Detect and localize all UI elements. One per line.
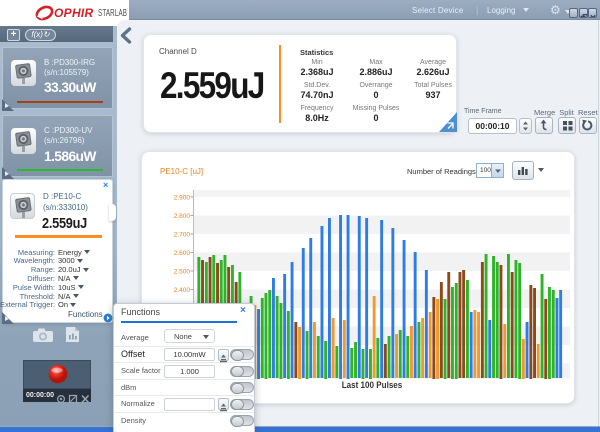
svg-text:2.600: 2.600: [174, 250, 191, 257]
svg-text:2.700: 2.700: [174, 232, 191, 239]
svg-text:2.900: 2.900: [174, 195, 191, 202]
svg-text:2.400: 2.400: [174, 287, 191, 294]
svg-text:2.500: 2.500: [174, 269, 191, 276]
svg-text:2.800: 2.800: [174, 213, 191, 220]
